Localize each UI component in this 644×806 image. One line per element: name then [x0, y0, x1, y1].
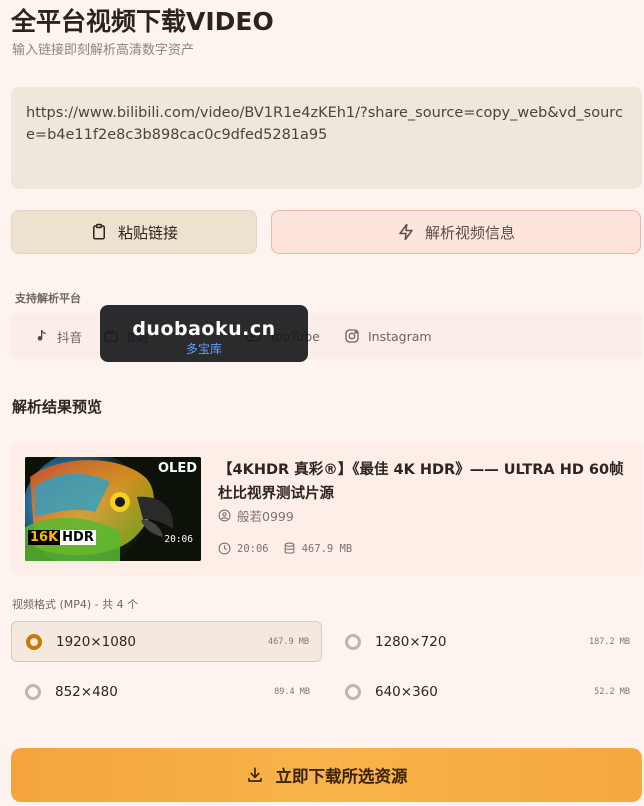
result-heading: 解析结果预览 — [12, 398, 103, 416]
watermark-subtext: 多宝库 — [185, 342, 222, 356]
platform-instagram: Instagram — [344, 328, 432, 344]
video-result-card: OLED 16K HDR 20:06 【4KHDR 真彩®】《最佳 4K HDR… — [11, 442, 642, 576]
format-size: 467.9 MB — [268, 636, 309, 647]
format-size: 89.4 MB — [274, 686, 310, 697]
parse-video-label: 解析视频信息 — [424, 223, 515, 242]
formats-label: 视频格式 (MP4) - 共 4 个 — [12, 598, 139, 611]
radio-selected-icon[interactable] — [26, 633, 42, 650]
download-button-label: 立即下载所选资源 — [275, 767, 408, 786]
platform-douyin-label: 抖音 — [57, 329, 83, 345]
thumbnail-quality-badge: 16K HDR — [28, 530, 96, 545]
video-title: 【4KHDR 真彩®】《最佳 4K HDR》—— ULTRA HD 60帧杜比视… — [218, 462, 624, 502]
thumbnail-badge-k: 16K — [28, 530, 61, 545]
format-resolution: 1920×1080 — [56, 633, 137, 650]
video-filesize: 467.9 MB — [301, 542, 353, 555]
format-resolution: 852×480 — [55, 683, 118, 700]
format-size: 52.2 MB — [594, 686, 630, 697]
music-note-icon — [37, 330, 46, 341]
radio-unselected-icon[interactable] — [345, 683, 361, 700]
thumbnail-oled-label: OLED — [158, 461, 197, 476]
paste-link-button[interactable]: 粘贴链接 — [11, 210, 257, 254]
format-option-720[interactable]: 1280×720 187.2 MB — [331, 621, 642, 662]
page-title: 全平台视频下载VIDEO — [11, 7, 274, 36]
watermark-text: duobaoku.cn — [132, 318, 276, 340]
url-input[interactable]: https://www.bilibili.com/video/BV1R1e4zK… — [11, 87, 642, 189]
format-size: 187.2 MB — [589, 636, 630, 647]
format-option-1080[interactable]: 1920×1080 467.9 MB — [11, 621, 322, 662]
video-meta: 20:06 467.9 MB — [218, 542, 352, 555]
radio-unselected-icon[interactable] — [345, 633, 361, 650]
platform-douyin: 抖音 — [33, 327, 82, 346]
paste-link-label: 粘贴链接 — [117, 223, 178, 242]
format-resolution: 640×360 — [375, 683, 438, 700]
platform-instagram-label: Instagram — [368, 328, 432, 344]
camera-icon — [345, 329, 359, 343]
parse-video-button[interactable]: 解析视频信息 — [271, 210, 641, 254]
clipboard-icon — [92, 223, 105, 240]
format-resolution: 1280×720 — [375, 633, 447, 650]
lightning-icon — [399, 223, 413, 241]
format-option-480[interactable]: 852×480 89.4 MB — [11, 671, 322, 712]
thumbnail-duration: 20:06 — [164, 534, 193, 545]
video-thumbnail: OLED 16K HDR 20:06 — [25, 457, 201, 561]
clock-icon — [218, 542, 231, 555]
user-icon — [218, 509, 231, 522]
format-option-360[interactable]: 640×360 52.2 MB — [331, 671, 642, 712]
thumbnail-oled-text: OLED — [157, 461, 197, 476]
page-subtitle: 输入链接即刻解析高清数字资产 — [12, 43, 195, 58]
thumbnail-badge-hdr: HDR — [60, 530, 96, 545]
video-author: 般若0999 — [218, 506, 294, 525]
database-icon — [284, 542, 294, 554]
platforms-label: 支持解析平台 — [15, 292, 81, 305]
download-button[interactable]: 立即下载所选资源 — [11, 748, 642, 802]
watermark-overlay: duobaoku.cn 多宝库 — [100, 305, 308, 362]
download-icon — [247, 767, 262, 782]
video-duration: 20:06 — [237, 542, 269, 555]
radio-unselected-icon[interactable] — [25, 683, 41, 700]
video-author-name: 般若0999 — [237, 509, 294, 524]
